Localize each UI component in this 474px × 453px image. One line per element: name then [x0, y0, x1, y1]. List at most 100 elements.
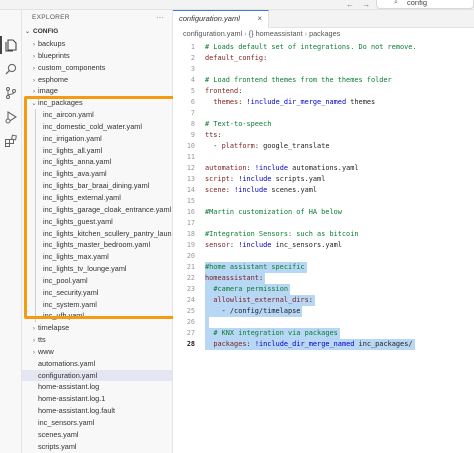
- tree-file[interactable]: inc_lights_garage_cloak_entrance.yaml: [22, 204, 172, 216]
- tree-file[interactable]: scenes.yaml: [22, 429, 172, 441]
- tree-item-label: inc_irrigation.yaml: [43, 133, 102, 143]
- more-actions-icon[interactable]: ···: [156, 10, 164, 26]
- history-nav-arrows[interactable]: ← →: [346, 0, 373, 9]
- code-line[interactable]: - /config/timelapse: [205, 306, 301, 317]
- command-center-search[interactable]: ⌕ config: [376, 0, 474, 9]
- code-line[interactable]: #Integration Sensors: such as bitcoin: [205, 229, 359, 240]
- tree-file[interactable]: inc_sensors.yaml: [22, 417, 172, 429]
- tree-item-label: inc_lights_ava.yaml: [43, 169, 107, 179]
- tree-folder[interactable]: › esphome: [22, 74, 172, 86]
- code-token: :: [229, 241, 239, 249]
- tree-file[interactable]: configuration.yaml: [22, 369, 172, 382]
- code-line[interactable]: # KNX integration via packages: [205, 328, 337, 339]
- text-selection: [205, 317, 209, 328]
- tree-file[interactable]: inc_lights_tv_lounge.yaml: [22, 263, 172, 275]
- workspace-root-label: CONFIG: [33, 28, 59, 35]
- code-line[interactable]: - platform: google_translate: [205, 141, 329, 152]
- chevron-right-icon: ›: [32, 325, 36, 333]
- breadcrumb-leaf[interactable]: packages: [309, 29, 340, 38]
- tree-file[interactable]: inc_lights_anna.yaml: [22, 156, 172, 168]
- code-line[interactable]: # Text-to-speech: [205, 119, 271, 130]
- tree-file[interactable]: inc_lights_master_bedroom.yaml: [22, 239, 172, 251]
- tree-folder[interactable]: ⌄inc_packages: [22, 97, 172, 109]
- code-token: scenes.yaml: [267, 186, 318, 194]
- tree-item-label: inc_lights_master_bedroom.yaml: [43, 240, 151, 250]
- code-token: # Loads default set of integrations. Do …: [205, 43, 417, 51]
- code-line[interactable]: #home assistant specific: [205, 262, 305, 273]
- activity-bar: [0, 10, 22, 453]
- line-number: 27: [186, 329, 195, 337]
- tab-configuration-yaml[interactable]: configuration.yaml ×: [173, 10, 269, 28]
- tree-file[interactable]: inc_lights_all.yaml: [22, 145, 172, 157]
- close-icon[interactable]: ×: [257, 11, 262, 27]
- tree-file[interactable]: inc_lights_external.yaml: [22, 192, 172, 204]
- tree-item-label: esphome: [38, 74, 69, 84]
- tree-file[interactable]: home-assistant.log.1: [22, 393, 172, 405]
- tree-folder[interactable]: › www: [22, 346, 172, 358]
- code-line[interactable]: default_config:: [205, 53, 267, 64]
- line-number: 6: [190, 98, 195, 106]
- search-icon[interactable]: [4, 62, 18, 76]
- code-token: automations.yaml: [288, 164, 359, 172]
- code-token: - /config/timelapse: [205, 307, 301, 315]
- code-token: themes: [213, 98, 239, 106]
- tree-file[interactable]: inc_lights_ava.yaml: [22, 168, 172, 180]
- code-line[interactable]: #camera permission: [205, 284, 288, 295]
- tree-file[interactable]: home-assistant.log.fault: [22, 405, 172, 417]
- code-line[interactable]: packages: !include_dir_merge_named inc_p…: [205, 339, 412, 350]
- code-token: !include_dir_merge_named: [246, 98, 347, 106]
- tree-item-label: scripts.yaml: [38, 441, 77, 451]
- line-number: 24: [186, 296, 195, 304]
- tree-folder[interactable]: › custom_components: [22, 62, 172, 74]
- chevron-right-icon: ›: [32, 76, 36, 84]
- tree-file[interactable]: inc_security.yaml: [22, 287, 172, 299]
- code-token: :: [229, 175, 239, 183]
- breadcrumb-section[interactable]: homeassistant: [256, 29, 303, 38]
- code-line[interactable]: # Loads default set of integrations. Do …: [205, 42, 417, 53]
- tree-file[interactable]: inc_irrigation.yaml: [22, 133, 172, 145]
- title-bar: ← → ⌕ config: [0, 0, 474, 10]
- tree-file[interactable]: inc_lights_guest.yaml: [22, 216, 172, 228]
- code-line[interactable]: #Martin customization of HA below: [205, 207, 342, 218]
- breadcrumb-file[interactable]: configuration.yaml: [183, 29, 242, 38]
- tree-file[interactable]: home-assistant.log: [22, 381, 172, 393]
- tree-file[interactable]: inc_aircon.yaml: [22, 109, 172, 121]
- line-number: 14: [186, 186, 195, 194]
- code-line[interactable]: frontend:: [205, 86, 242, 97]
- code-line[interactable]: # Load frontend themes from the themes f…: [205, 75, 392, 86]
- tree-file[interactable]: inc_lights_bar_braai_dining.yaml: [22, 180, 172, 192]
- code-editor[interactable]: 1 # Loads default set of integrations. Do…: [173, 40, 474, 453]
- tree-folder[interactable]: › tts: [22, 334, 172, 346]
- code-token: scripts.yaml: [271, 175, 326, 183]
- code-line[interactable]: script: !include scripts.yaml: [205, 174, 325, 185]
- tree-folder[interactable]: › backups: [22, 38, 172, 50]
- source-control-icon[interactable]: [4, 86, 18, 100]
- code-line[interactable]: tts:: [205, 130, 222, 141]
- code-line[interactable]: allowlist_external_dirs:: [205, 295, 313, 306]
- extensions-icon[interactable]: [4, 134, 18, 148]
- tree-file[interactable]: automations.yaml: [22, 358, 172, 370]
- code-line[interactable]: homeassistant:: [205, 273, 263, 284]
- tree-file[interactable]: inc_domestic_cold_water.yaml: [22, 121, 172, 133]
- code-token: tts: [205, 131, 218, 139]
- line-number: 1: [190, 43, 195, 51]
- tree-file[interactable]: inc_ufh.yaml: [22, 310, 172, 322]
- code-line[interactable]: themes: !include_dir_merge_named themes: [205, 97, 375, 108]
- code-line[interactable]: scene: !include scenes.yaml: [205, 185, 317, 196]
- run-debug-icon[interactable]: [4, 110, 18, 124]
- tree-folder[interactable]: › blueprints: [22, 50, 172, 62]
- tree-item-label: inc_lights_max.yaml: [43, 252, 109, 262]
- code-line[interactable]: automation: !include automations.yaml: [205, 163, 359, 174]
- tree-file[interactable]: inc_system.yaml: [22, 299, 172, 311]
- tree-file[interactable]: scripts.yaml: [22, 441, 172, 453]
- files-icon[interactable]: [4, 38, 18, 52]
- tree-file[interactable]: inc_lights_kitchen_scullery_pantry_laun.…: [22, 228, 172, 240]
- tree-file[interactable]: inc_pool.yaml: [22, 275, 172, 287]
- tree-folder[interactable]: › timelapse: [22, 322, 172, 334]
- code-token: #Martin customization of HA below: [205, 208, 342, 216]
- code-line[interactable]: sensor: !include inc_sensors.yaml: [205, 240, 342, 251]
- tree-item-label: inc_lights_guest.yaml: [43, 216, 113, 226]
- workspace-root[interactable]: ⌄ CONFIG: [22, 26, 172, 38]
- tree-file[interactable]: inc_lights_max.yaml: [22, 251, 172, 263]
- tree-folder[interactable]: › image: [22, 85, 172, 97]
